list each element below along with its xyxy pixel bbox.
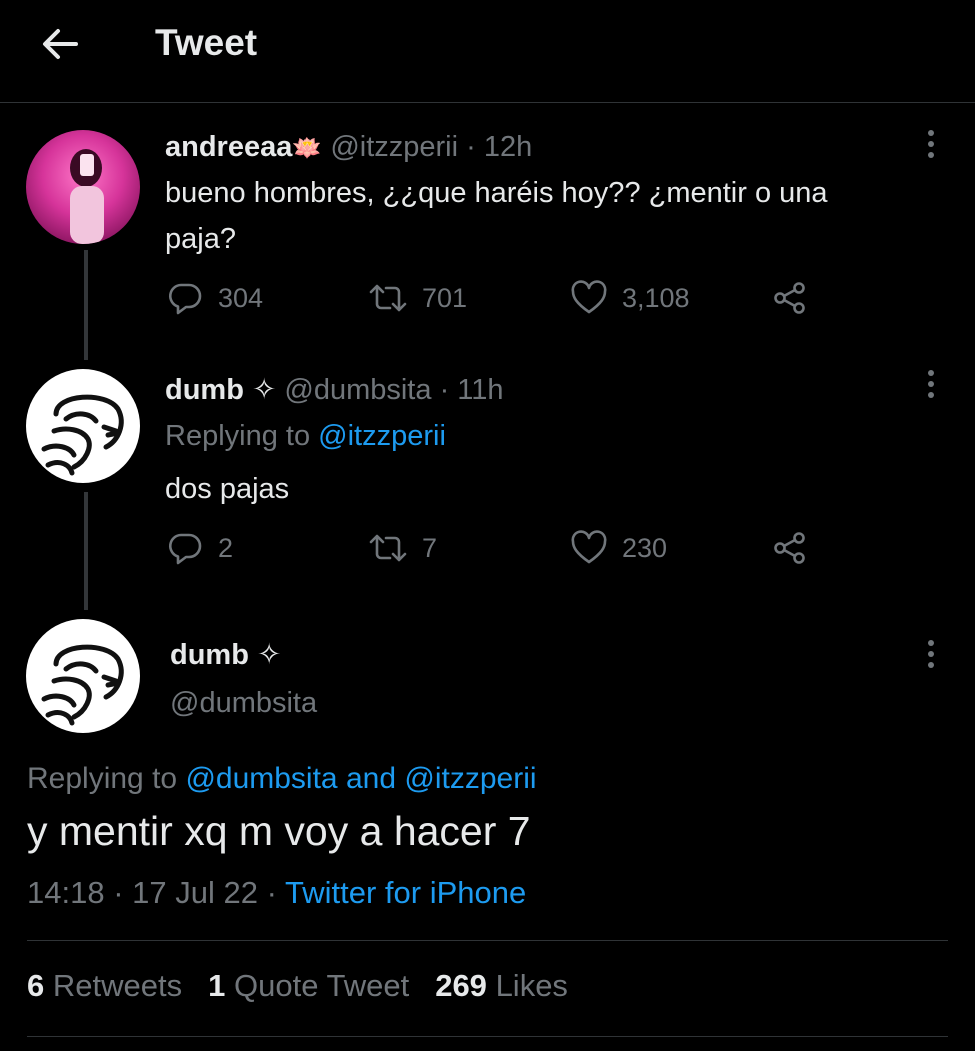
reply-button[interactable]: 304	[166, 280, 263, 316]
tweet-date[interactable]: 17 Jul 22	[132, 875, 258, 910]
retweet-button[interactable]: 701	[368, 280, 467, 316]
sparkle-icon: ✧	[252, 374, 277, 406]
share-icon	[774, 532, 805, 564]
share-icon	[774, 282, 805, 314]
replying-to-link[interactable]: @itzzperii	[318, 420, 446, 452]
timestamp[interactable]: 12h	[484, 131, 532, 163]
handle[interactable]: @itzzperii	[330, 131, 458, 163]
avatar[interactable]	[26, 619, 140, 733]
tweet-time[interactable]: 14:18	[27, 875, 105, 910]
separator: ·	[466, 131, 476, 163]
likes-count: 269	[435, 968, 487, 1003]
quote-tweets-label: Quote Tweet	[233, 968, 410, 1003]
quote-tweets-stat[interactable]: 1 Quote Tweet	[208, 968, 409, 1004]
retweet-count: 7	[422, 532, 438, 563]
replying-to-link[interactable]: @dumbsita	[185, 762, 337, 795]
main-tweet-text: y mentir xq m voy a hacer 7	[27, 808, 531, 854]
replying-to-label: Replying to	[27, 762, 178, 795]
divider	[27, 1036, 948, 1037]
retweet-button[interactable]: 7	[368, 530, 437, 566]
like-button[interactable]: 3,108	[570, 280, 690, 316]
share-button[interactable]	[772, 280, 808, 316]
retweets-stat[interactable]: 6 Retweets	[27, 968, 182, 1004]
avatar[interactable]	[26, 369, 140, 483]
replying-and: and	[345, 762, 397, 795]
display-name[interactable]: dumb	[170, 639, 249, 671]
display-name[interactable]: dumb	[165, 374, 244, 406]
tweet-text-line: paja?	[165, 223, 236, 255]
replying-to: Replying to @dumbsita and @itzzperii	[27, 762, 537, 796]
reply-count: 304	[218, 282, 264, 313]
timestamp[interactable]: 11h	[457, 374, 503, 406]
tweet-text: bueno hombres, ¿¿que haréis hoy?? ¿menti…	[165, 170, 828, 262]
heart-icon	[571, 530, 607, 564]
heart-icon	[571, 280, 607, 314]
replying-to: Replying to @itzzperii	[165, 420, 446, 453]
handle[interactable]: @dumbsita	[170, 687, 317, 720]
separator: ·	[113, 875, 124, 910]
avatar[interactable]	[26, 130, 140, 244]
like-count: 230	[622, 532, 668, 563]
likes-label: Likes	[495, 968, 568, 1003]
more-options-icon[interactable]	[926, 370, 936, 402]
main-tweet-name: dumb ✧	[170, 637, 281, 672]
avatar-drawing	[41, 394, 124, 476]
replying-to-label: Replying to	[165, 420, 311, 452]
page-title: Tweet	[155, 22, 258, 63]
avatar-drawing	[41, 644, 124, 726]
share-button[interactable]	[772, 530, 808, 566]
tweet-source[interactable]: Twitter for iPhone	[285, 875, 526, 910]
reply-icon	[169, 533, 202, 565]
tweet-header: andreeaa🪷 @itzzperii · 12h	[165, 131, 532, 164]
more-options-icon[interactable]	[926, 640, 936, 672]
top-bar: Tweet	[0, 0, 975, 103]
divider	[27, 940, 948, 941]
sparkle-icon: ✧	[257, 639, 282, 671]
separator: ·	[266, 875, 277, 910]
display-name[interactable]: andreeaa	[165, 131, 292, 163]
retweets-count: 6	[27, 968, 45, 1003]
reply-count: 2	[218, 532, 234, 563]
lotus-icon: 🪷	[292, 135, 323, 162]
retweet-icon	[369, 284, 407, 312]
back-button[interactable]	[38, 22, 82, 66]
tweet-text-line: bueno hombres, ¿¿que haréis hoy?? ¿menti…	[165, 177, 828, 209]
tweet-header: dumb ✧ @dumbsita · 11h	[165, 372, 504, 407]
likes-stat[interactable]: 269 Likes	[435, 968, 568, 1004]
arrow-left-icon	[43, 29, 78, 59]
handle[interactable]: @dumbsita	[284, 374, 431, 406]
reply-icon	[169, 283, 202, 315]
quote-tweets-count: 1	[208, 968, 226, 1003]
separator: ·	[439, 374, 450, 406]
thread-connector	[84, 492, 88, 610]
retweet-count: 701	[422, 282, 468, 313]
retweet-icon	[369, 534, 407, 562]
tweet-text: dos pajas	[165, 473, 290, 505]
retweets-label: Retweets	[52, 968, 183, 1003]
replying-to-link[interactable]: @itzzperii	[404, 762, 536, 795]
thread-connector	[84, 250, 88, 360]
tweet-meta: 14:18 · 17 Jul 22 · Twitter for iPhone	[27, 875, 526, 911]
like-count: 3,108	[622, 282, 690, 313]
more-options-icon[interactable]	[926, 130, 936, 162]
reply-button[interactable]: 2	[166, 530, 233, 566]
avatar-photo	[70, 149, 104, 244]
tweet-stats: 6 Retweets 1 Quote Tweet 269 Likes	[27, 968, 568, 1004]
like-button[interactable]: 230	[570, 530, 667, 566]
